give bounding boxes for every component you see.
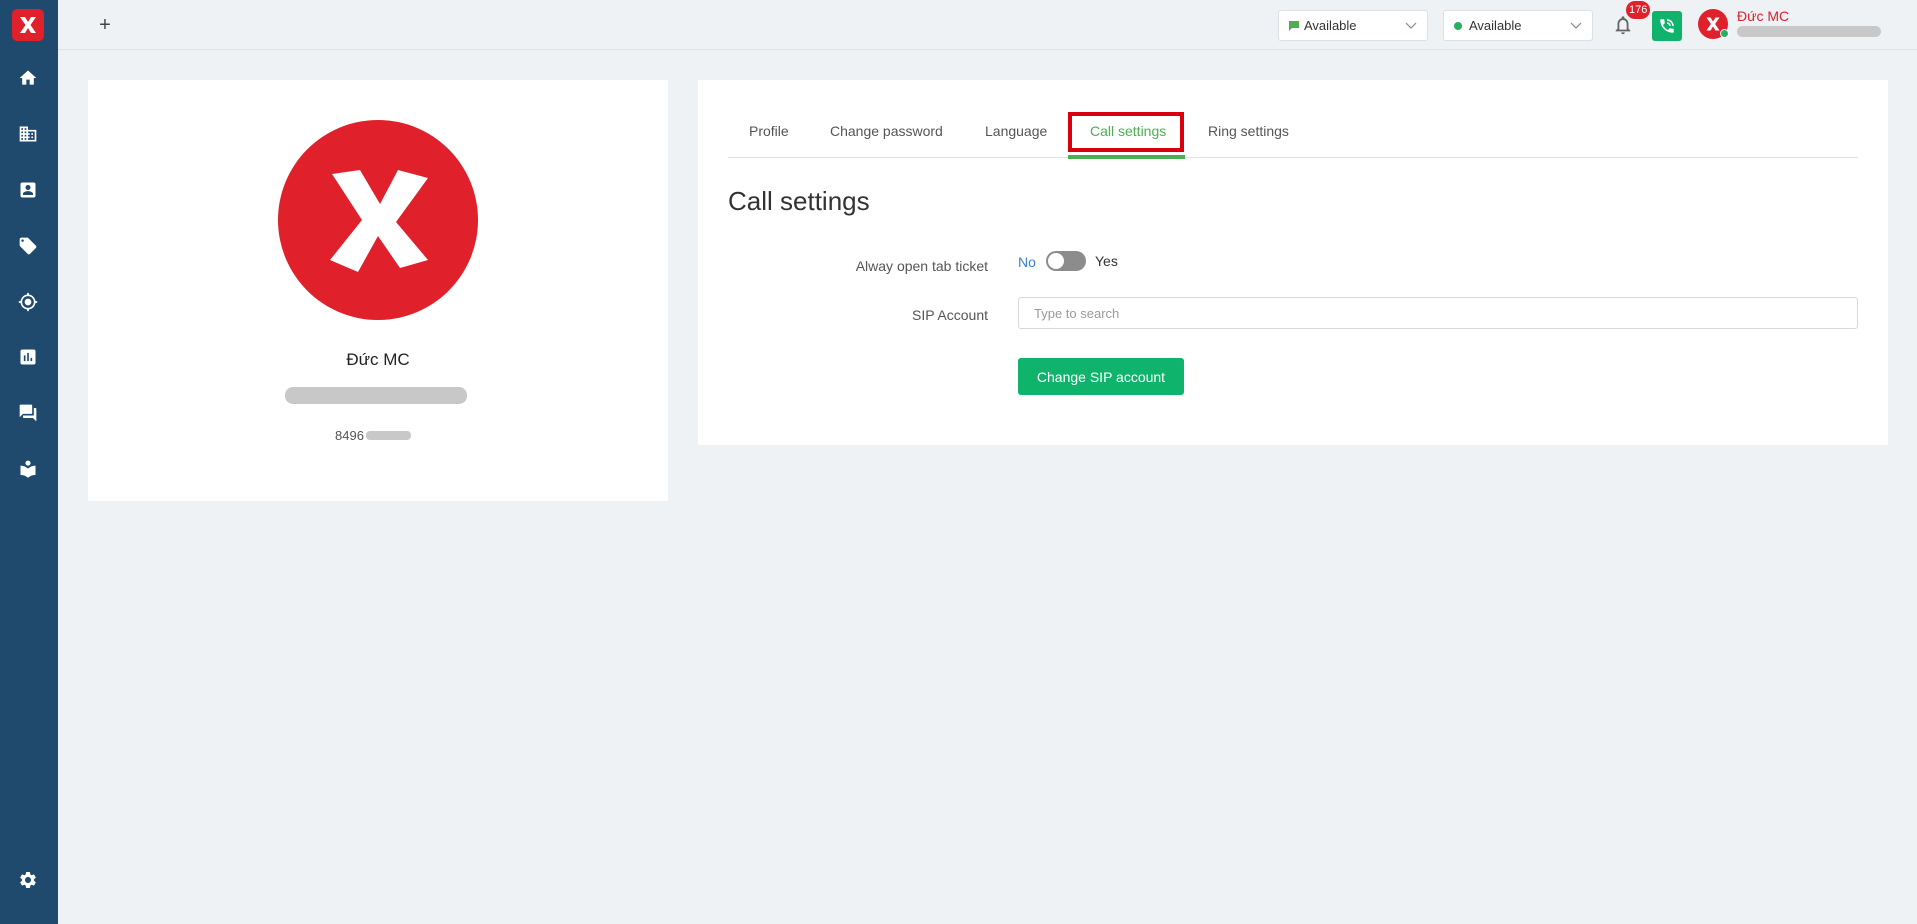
book-icon[interactable] <box>17 458 39 480</box>
online-status-dot <box>1720 29 1729 38</box>
toggle-yes-label: Yes <box>1095 253 1118 269</box>
chat-status-select[interactable]: Available <box>1278 10 1428 41</box>
user-email-redacted <box>1737 26 1881 37</box>
sip-account-label: SIP Account <box>911 307 988 323</box>
active-tab-indicator <box>1068 155 1185 159</box>
chevron-down-icon <box>1570 22 1582 29</box>
add-tab-button[interactable]: + <box>94 14 116 36</box>
chevron-down-icon <box>1405 22 1417 29</box>
user-name[interactable]: Đức MC <box>1737 8 1789 24</box>
x-logo-icon <box>330 170 428 272</box>
contact-card-icon[interactable] <box>17 179 39 201</box>
chat-status-value: Available <box>1304 18 1357 33</box>
tag-icon[interactable] <box>17 235 39 257</box>
section-title: Call settings <box>728 186 870 216</box>
profile-card: Đức MC 8496 <box>88 80 668 501</box>
sip-account-search-input[interactable] <box>1018 297 1858 329</box>
always-open-tab-toggle[interactable] <box>1046 251 1086 271</box>
profile-avatar <box>278 120 478 320</box>
phone-icon <box>1660 19 1674 33</box>
report-chart-icon[interactable] <box>17 346 39 368</box>
profile-phone: 8496 <box>335 428 364 443</box>
toggle-no-label: No <box>1018 254 1036 270</box>
always-open-tab-label: Alway open tab ticket <box>855 258 988 274</box>
sidebar <box>0 0 58 924</box>
phone-button[interactable] <box>1652 11 1682 41</box>
call-status-select[interactable]: Available <box>1443 10 1593 41</box>
settings-card: Profile Change password Language Call se… <box>698 80 1888 445</box>
tab-ring-settings[interactable]: Ring settings <box>1208 123 1289 139</box>
home-icon[interactable] <box>17 67 39 89</box>
call-status-value: Available <box>1469 18 1522 33</box>
status-dot-icon <box>1454 21 1462 30</box>
flag-icon <box>1289 20 1299 31</box>
profile-email-redacted <box>285 387 467 404</box>
change-sip-account-button[interactable]: Change SIP account <box>1018 358 1184 395</box>
tab-change-password[interactable]: Change password <box>830 123 943 139</box>
building-icon[interactable] <box>17 123 39 145</box>
tab-language[interactable]: Language <box>985 123 1047 139</box>
profile-phone-redacted <box>366 431 411 440</box>
target-icon[interactable] <box>17 291 39 313</box>
chat-icon[interactable] <box>17 402 39 424</box>
profile-name: Đức MC <box>346 350 410 369</box>
gear-icon[interactable] <box>17 869 39 891</box>
toggle-knob <box>1048 253 1064 269</box>
notification-badge: 176 <box>1626 1 1651 19</box>
tab-highlight-box <box>1068 112 1184 152</box>
settings-tabs: Profile Change password Language Call se… <box>728 110 1858 159</box>
x-logo[interactable] <box>12 9 44 41</box>
tab-profile[interactable]: Profile <box>749 123 789 139</box>
